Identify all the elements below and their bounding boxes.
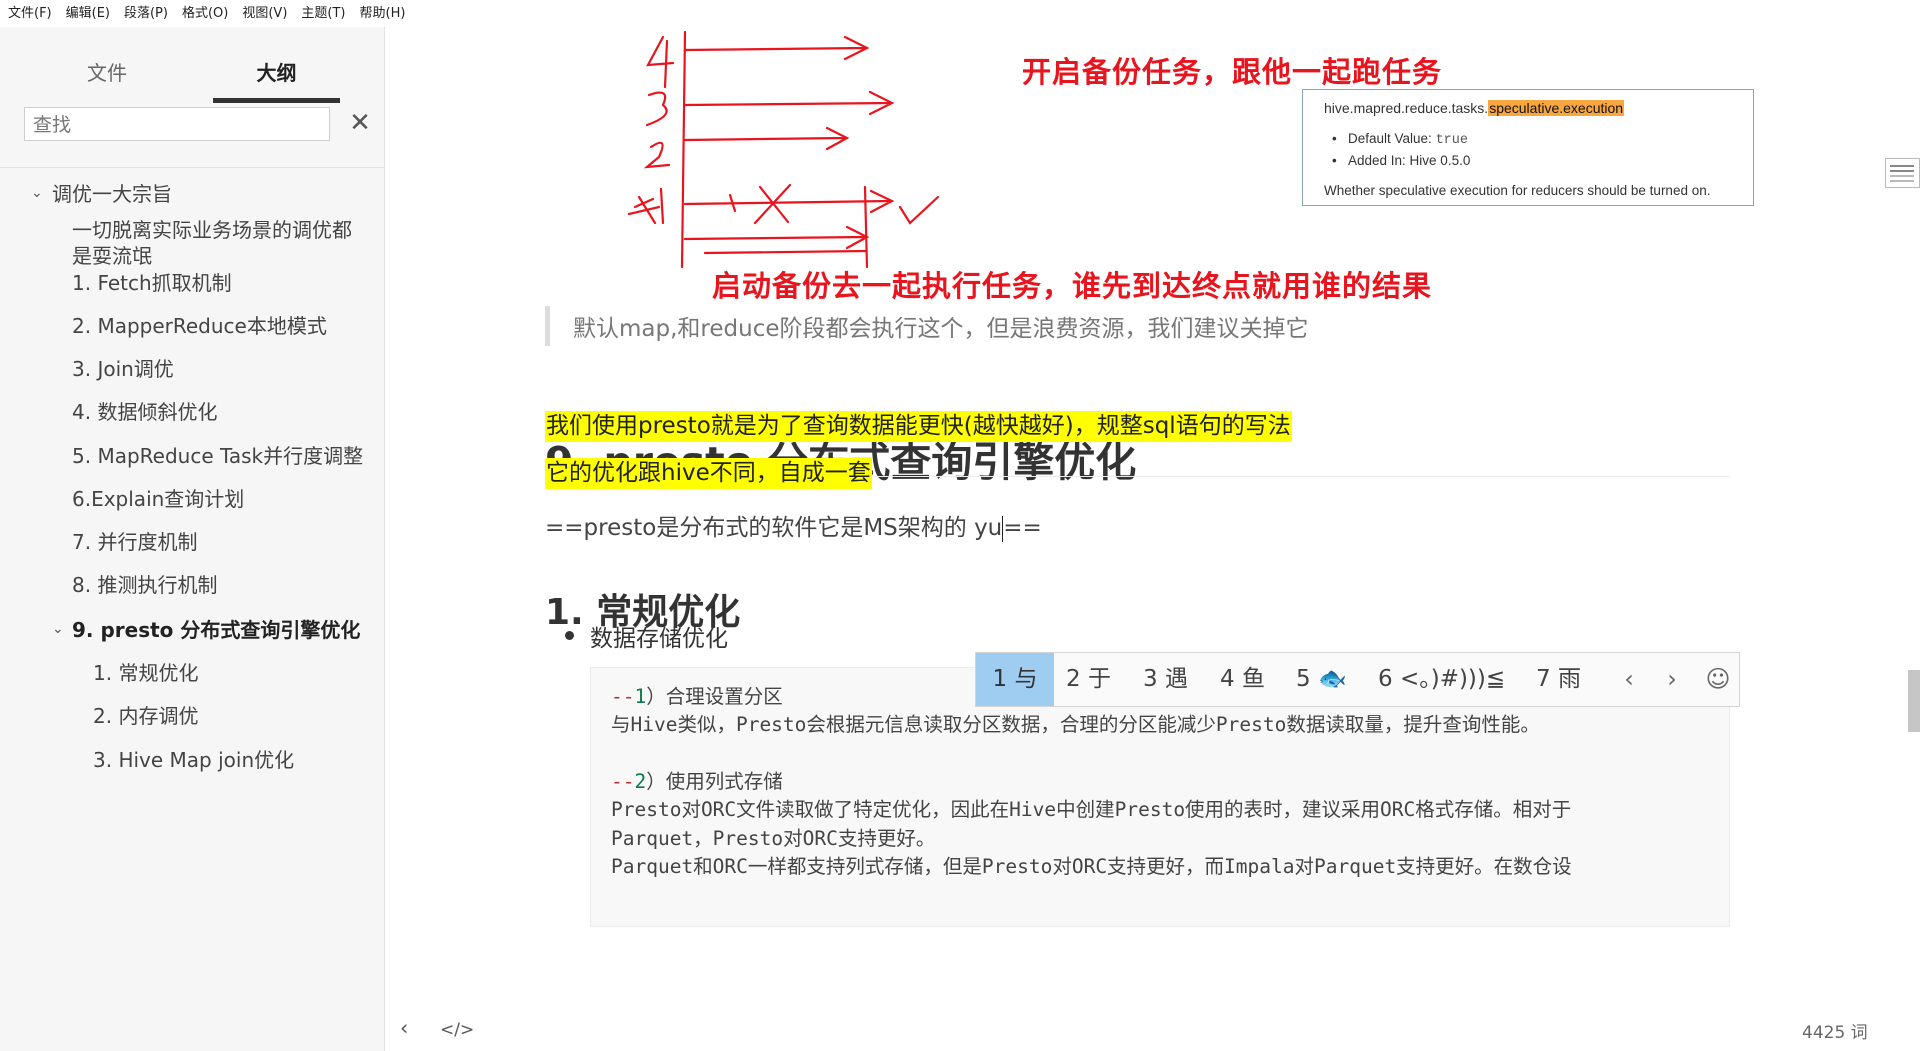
outline-item[interactable]: 4. 数据倾斜优化: [72, 399, 217, 425]
chevron-right-icon[interactable]: ›: [1654, 653, 1690, 706]
ime-candidate[interactable]: 3 遇: [1143, 653, 1188, 706]
outline-item[interactable]: 1. 常规优化: [93, 660, 198, 686]
code-line: --2）使用列式存储: [611, 770, 783, 793]
outline-item[interactable]: 调优一大宗旨: [52, 181, 172, 207]
emoji-icon[interactable]: ☺: [1700, 653, 1736, 706]
sidebar-tabs: 文件 大纲: [0, 45, 384, 105]
code-line: --1）合理设置分区: [611, 685, 783, 708]
list-item: 数据存储优化: [565, 619, 728, 653]
code-line: Presto对ORC文件读取做了特定优化，因此在Hive中创建Presto使用的…: [611, 798, 1572, 821]
menu-file[interactable]: 文件(F): [0, 0, 59, 27]
annotation-bottom: 启动备份去一起执行任务，谁先到达终点就用谁的结果: [712, 269, 1433, 303]
menu-paragraph[interactable]: 段落(P): [117, 0, 175, 27]
blockquote: 默认map,和reduce阶段都会执行这个，但是浪费资源，我们建议关掉它: [545, 306, 1550, 346]
outline-item[interactable]: 8. 推测执行机制: [72, 572, 217, 598]
ime-candidate[interactable]: 5 🐟: [1296, 653, 1347, 706]
editor: 开启备份任务，跟他一起跑任务 启动备份去一起执行任务，谁先到达终点就用谁的结果 …: [385, 27, 1920, 1051]
outline-item[interactable]: 2. 内存调优: [93, 703, 198, 729]
tab-outline[interactable]: 大纲: [213, 45, 340, 103]
word-count: 4425 词: [1802, 1023, 1868, 1043]
outline-item[interactable]: 一切脱离实际业务场景的调优都是耍流氓: [72, 217, 362, 269]
hive-config-card: hive.mapred.reduce.tasks.speculative.exe…: [1302, 89, 1754, 206]
property-name: hive.mapred.reduce.tasks.speculative.exe…: [1324, 100, 1625, 116]
source-code-toggle[interactable]: </>: [440, 1020, 474, 1040]
document-thumbnail-icon[interactable]: [1885, 158, 1920, 188]
outline-item-active[interactable]: 9. presto 分布式查询引擎优化: [72, 617, 360, 643]
menu-view[interactable]: 视图(V): [235, 0, 294, 27]
code-line: Parquet和ORC一样都支持列式存储，但是Presto对ORC支持更好，而I…: [611, 855, 1572, 878]
menu-format[interactable]: 格式(O): [175, 0, 235, 27]
editing-line[interactable]: ==presto是分布式的软件它是MS架构的 yu==: [545, 508, 1042, 542]
close-icon[interactable]: ✕: [346, 107, 374, 141]
default-value: Default Value: true: [1332, 131, 1468, 148]
code-line: 与Hive类似，Presto会根据元信息读取分区数据，合理的分区能减少Prest…: [611, 713, 1540, 736]
outline-search: 查找 ✕: [24, 107, 371, 147]
ime-candidate[interactable]: 4 鱼: [1220, 653, 1265, 706]
chevron-down-icon[interactable]: ⌄: [52, 621, 64, 637]
outline-item[interactable]: 5. MapReduce Task并行度调整: [72, 443, 363, 469]
outline-item[interactable]: 6.Explain查询计划: [72, 486, 244, 512]
outline-item[interactable]: 1. Fetch抓取机制: [72, 270, 232, 296]
code-line: Parquet，Presto对ORC支持更好。: [611, 827, 936, 850]
ime-candidate[interactable]: 2 于: [1066, 653, 1111, 706]
highlighted-text: 它的优化跟hive不同，自成一套: [545, 458, 872, 489]
outline-item[interactable]: 3. Join调优: [72, 356, 174, 382]
ime-candidate[interactable]: 7 雨: [1536, 653, 1581, 706]
annotation-top: 开启备份任务，跟他一起跑任务: [1022, 55, 1443, 89]
highlighted-text: 我们使用presto就是为了查询数据能更快(越快越好)，规整sql语句的写法: [545, 411, 1292, 442]
tab-files[interactable]: 文件: [60, 45, 154, 103]
ime-candidate-bar: 1 与 2 于 3 遇 4 鱼 5 🐟 6 <。)#)))≦ 7 雨 ‹ › ☺: [975, 652, 1740, 707]
blockquote-text: 默认map,和reduce阶段都会执行这个，但是浪费资源，我们建议关掉它: [573, 316, 1309, 342]
outline-item[interactable]: 7. 并行度机制: [72, 529, 197, 555]
chevron-left-icon[interactable]: ‹: [1611, 653, 1647, 706]
added-in: Added In: Hive 0.5.0: [1332, 153, 1470, 168]
chevron-down-icon[interactable]: ⌄: [31, 185, 43, 201]
ime-candidate[interactable]: 6 <。)#)))≦: [1378, 653, 1505, 706]
menu-bar: 文件(F) 编辑(E) 段落(P) 格式(O) 视图(V) 主题(T) 帮助(H…: [0, 0, 1920, 27]
menu-theme[interactable]: 主题(T): [294, 0, 352, 27]
back-button[interactable]: ‹: [400, 1016, 408, 1040]
menu-help[interactable]: 帮助(H): [353, 0, 413, 27]
outline-item[interactable]: 2. MapperReduce本地模式: [72, 313, 327, 339]
search-input[interactable]: 查找: [24, 107, 330, 141]
scrollbar-thumb[interactable]: [1908, 670, 1920, 732]
outline-item[interactable]: 3. Hive Map join优化: [93, 747, 294, 773]
sidebar: 文件 大纲 查找 ✕ ⌄ 调优一大宗旨 一切脱离实际业务场景的调优都是耍流氓 1…: [0, 27, 385, 1051]
menu-edit[interactable]: 编辑(E): [59, 0, 117, 27]
sidebar-divider: [0, 167, 384, 168]
ime-candidate-selected[interactable]: 1 与: [976, 653, 1054, 706]
property-description: Whether speculative execution for reduce…: [1324, 183, 1711, 198]
